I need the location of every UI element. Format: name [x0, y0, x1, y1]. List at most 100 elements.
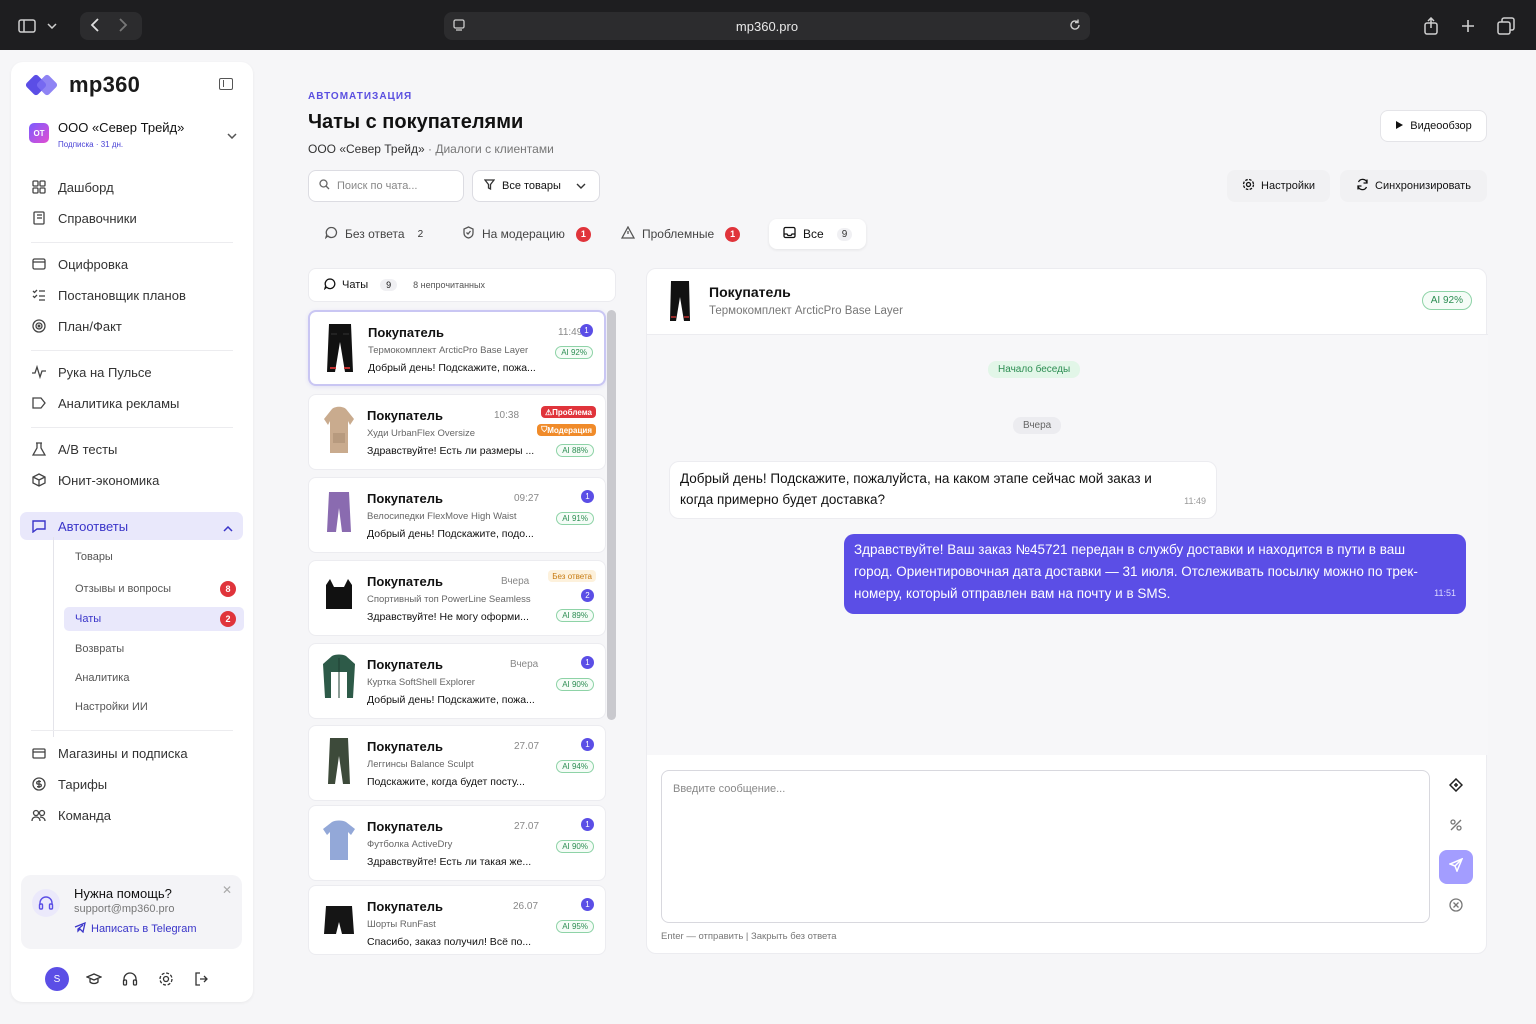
academy-icon[interactable] — [83, 968, 105, 990]
tab-all[interactable]: Все 9 — [769, 219, 867, 249]
tab-count: 2 — [417, 228, 424, 240]
count-badge: 8 — [220, 581, 236, 597]
org-avatar: OT — [29, 123, 49, 143]
chat-product: Термокомплект ArcticPro Base Layer — [709, 305, 903, 317]
reload-icon[interactable] — [1068, 18, 1082, 35]
tab-no-answer[interactable]: Без ответа 2 — [324, 219, 424, 249]
sidebar-toggle-icon[interactable] — [16, 13, 38, 39]
sidebar-item-label: A/B тесты — [58, 441, 118, 457]
chat-product: Футболка ActiveDry — [367, 839, 453, 850]
chat-list-scrollbar[interactable] — [607, 310, 616, 720]
settings-button[interactable]: Настройки — [1227, 170, 1330, 202]
chat-list-item[interactable]: Покупатель 27.07 Леггинсы Balance Sculpt… — [308, 725, 606, 801]
chevron-up-icon — [223, 520, 233, 535]
chat-panel: Покупатель Термокомплект ArcticPro Base … — [646, 268, 1488, 954]
new-tab-icon[interactable] — [1459, 13, 1477, 39]
close-circle-icon — [1449, 897, 1463, 917]
chat-list-item[interactable]: Покупатель 11:49 Термокомплект ArcticPro… — [308, 310, 606, 386]
template-button[interactable] — [1439, 810, 1473, 844]
logo[interactable]: mp360 — [25, 72, 140, 98]
chat-list-item[interactable]: Покупатель Вчера Без ответа Спортивный т… — [308, 560, 606, 636]
no-answer-tag: Без ответа — [548, 570, 596, 582]
sidebar-item-team[interactable]: Команда — [11, 801, 253, 829]
submenu-item-products[interactable]: Товары — [64, 545, 244, 569]
logo-icon — [25, 74, 58, 96]
search-input[interactable]: Поиск по чата... — [308, 170, 464, 202]
sidebar-item-label: Команда — [58, 807, 111, 823]
products-filter-select[interactable]: Все товары — [472, 170, 600, 202]
chat-sender: Покупатель — [367, 899, 443, 914]
share-icon[interactable] — [1422, 13, 1440, 39]
close-without-reply-button[interactable] — [1439, 890, 1473, 924]
chat-bubble-icon — [323, 277, 336, 293]
sidebar-item-digitization[interactable]: Оцифровка — [11, 250, 253, 278]
list-title: Чаты — [342, 279, 369, 291]
tab-problematic[interactable]: Проблемные 1 — [620, 219, 741, 249]
pulse-icon — [31, 364, 47, 380]
product-thumbnail — [328, 738, 350, 784]
video-review-button[interactable]: Видеообзор — [1380, 110, 1487, 142]
send-button[interactable] — [1439, 850, 1473, 884]
chevron-down-icon[interactable] — [44, 13, 60, 39]
sidebar-item-dashboard[interactable]: Дашборд — [11, 173, 253, 201]
page-title: Чаты с покупателями — [308, 111, 524, 133]
subtitle-org: ООО «Север Трейд» — [308, 142, 425, 156]
tab-moderation[interactable]: На модерацию 1 — [462, 219, 591, 249]
message-input[interactable]: Введите сообщение... — [661, 770, 1430, 923]
chat-list-item[interactable]: Покупатель 10:38 ⚠ Проблема ⛉ Модерация Ху… — [308, 394, 606, 470]
chat-header: Покупатель Термокомплект ArcticPro Base … — [647, 269, 1488, 335]
warning-icon — [620, 225, 636, 242]
submenu-label: Отзывы и вопросы — [75, 583, 171, 595]
close-icon[interactable]: ✕ — [222, 883, 232, 897]
sidebar-item-unit-economics[interactable]: Юнит-экономика — [11, 466, 253, 494]
back-icon[interactable] — [90, 18, 100, 37]
send-icon — [1448, 857, 1464, 877]
chat-list-item[interactable]: Покупатель 26.07 Шорты RunFast Спасибо, … — [308, 885, 606, 955]
sidebar-item-planner[interactable]: Постановщик планов — [11, 281, 253, 309]
unread-badge: 1 — [581, 656, 594, 669]
sidebar-item-pulse[interactable]: Рука на Пульсе — [11, 358, 253, 386]
collapse-sidebar-icon[interactable] — [219, 78, 233, 90]
chat-list-item[interactable]: Покупатель 27.07 Футболка ActiveDry Здра… — [308, 805, 606, 881]
submenu-item-reviews[interactable]: Отзывы и вопросы 8 — [64, 577, 244, 601]
sidebar-item-stores[interactable]: Магазины и подписка — [11, 739, 253, 767]
submenu-item-analytics[interactable]: Аналитика — [64, 666, 244, 690]
org-switcher[interactable]: OT ООО «Север Трейд» Подписка · 31 дн. — [29, 120, 243, 156]
support-icon[interactable] — [119, 968, 141, 990]
outgoing-message: Здравствуйте! Ваш заказ №45721 передан в… — [844, 534, 1466, 614]
sidebar-item-references[interactable]: Справочники — [11, 204, 253, 232]
forward-icon[interactable] — [118, 18, 128, 37]
headset-icon — [32, 889, 60, 917]
sidebar-item-tariffs[interactable]: Тарифы — [11, 770, 253, 798]
message-text: Добрый день! Подскажите, пожалуйста, на … — [680, 471, 1152, 507]
chat-list-item[interactable]: Покупатель Вчера Куртка SoftShell Explor… — [308, 643, 606, 719]
logout-icon[interactable] — [191, 968, 213, 990]
ai-generate-button[interactable] — [1439, 770, 1473, 804]
chat-list-item[interactable]: Покупатель 09:27 Велосипедки FlexMove Hi… — [308, 477, 606, 553]
breadcrumb: АВТОМАТИЗАЦИЯ — [308, 91, 413, 102]
sidebar-item-ab-tests[interactable]: A/B тесты — [11, 435, 253, 463]
play-icon — [1395, 120, 1404, 133]
submenu-item-ai-settings[interactable]: Настройки ИИ — [64, 695, 244, 719]
chat-time: 11:49 — [558, 327, 583, 338]
chat-time: Вчера — [510, 659, 539, 670]
book-icon — [31, 210, 47, 226]
user-avatar[interactable]: S — [45, 967, 69, 991]
chat-preview: Здравствуйте! Есть ли размеры ... — [367, 445, 535, 457]
chat-time: 09:27 — [514, 493, 540, 504]
submenu-item-chats[interactable]: Чаты 2 — [64, 607, 244, 631]
sync-icon — [1356, 178, 1369, 194]
tabs-overview-icon[interactable] — [1496, 13, 1516, 39]
sync-button[interactable]: Синхронизировать — [1340, 170, 1487, 202]
sidebar-item-autoreplies[interactable]: Автоответы — [20, 512, 243, 540]
sidebar-item-label: Дашборд — [58, 179, 114, 195]
ai-confidence-badge: AI 92% — [555, 346, 593, 359]
gear-icon[interactable] — [155, 968, 177, 990]
sidebar-item-plan-fact[interactable]: План/Факт — [11, 312, 253, 340]
help-email[interactable]: support@mp360.pro — [74, 903, 174, 915]
url-bar[interactable]: mp360.pro — [444, 12, 1090, 40]
telegram-link[interactable]: Написать в Telegram — [74, 921, 197, 936]
submenu-item-returns[interactable]: Возвраты — [64, 637, 244, 661]
org-name: ООО «Север Трейд» — [58, 120, 185, 135]
sidebar-item-ad-analytics[interactable]: Аналитика рекламы — [11, 389, 253, 417]
